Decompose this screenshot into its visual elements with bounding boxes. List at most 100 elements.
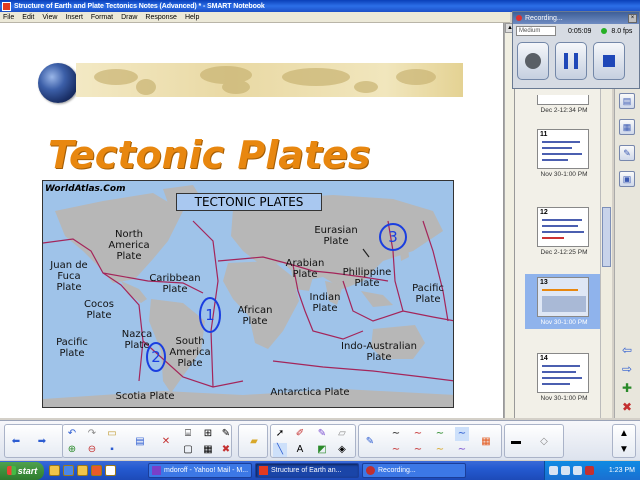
attachments-tab[interactable]: ✎ xyxy=(619,145,635,161)
smart-notebook-icon xyxy=(259,466,268,475)
taskbar-item-smart-notebook[interactable]: Structure of Earth an... xyxy=(255,463,359,478)
black-line-icon[interactable]: ∼ xyxy=(389,427,403,441)
eraser-icon[interactable]: ▱ xyxy=(335,427,349,441)
back-arrow-icon[interactable]: ⬅ xyxy=(9,435,23,449)
yellow-line-icon[interactable]: ∼ xyxy=(433,443,447,457)
pen-style-icon[interactable]: ✎ xyxy=(363,435,377,449)
line-tool-icon[interactable]: ╲ xyxy=(273,443,287,457)
pause-icon xyxy=(564,53,578,69)
display-icon[interactable]: ▢ xyxy=(181,443,195,457)
menu-file[interactable]: File xyxy=(3,14,14,21)
fill-icon[interactable]: ◩ xyxy=(315,443,329,457)
page-thumb[interactable]: 14 Nov 30-1:00 PM xyxy=(525,353,603,402)
open-folder-icon[interactable]: ▭ xyxy=(105,427,119,441)
taskbar-item-label: mdoroff - Yahoo! Mail - M... xyxy=(164,467,249,474)
red-line-icon[interactable]: ∼ xyxy=(411,427,425,441)
properties-tab[interactable]: ▣ xyxy=(619,171,635,187)
ie-icon[interactable] xyxy=(63,465,74,476)
menu-draw[interactable]: Draw xyxy=(121,14,137,21)
redo-icon[interactable]: ↷ xyxy=(85,427,99,441)
cut-icon[interactable]: ✕ xyxy=(159,435,173,449)
pause-button[interactable] xyxy=(555,42,587,80)
media-icon[interactable] xyxy=(91,465,102,476)
taskbar-item-recorder[interactable]: Recording... xyxy=(362,463,466,478)
table-icon[interactable]: ⊞ xyxy=(201,427,215,441)
start-button[interactable]: start xyxy=(0,461,44,480)
tray-icon[interactable] xyxy=(573,466,582,475)
quicklaunch-icon[interactable] xyxy=(49,465,60,476)
page-sorter: Dec 2-12:34 PM 11 Nov 30-1:00 PM 12 Dec … xyxy=(514,89,612,418)
page-thumb-caption: Nov 30-1:00 PM xyxy=(540,395,588,402)
record-indicator-icon xyxy=(516,15,522,21)
green-line-icon[interactable]: ∼ xyxy=(433,427,447,441)
text-tool-icon[interactable]: A xyxy=(293,443,307,457)
map-title: TECTONIC PLATES xyxy=(176,193,322,211)
gallery-icon[interactable]: ▰ xyxy=(247,435,261,449)
folder-icon[interactable] xyxy=(77,465,88,476)
page-sorter-tab[interactable]: ▤ xyxy=(619,93,635,109)
menu-help[interactable]: Help xyxy=(185,14,199,21)
menu-format[interactable]: Format xyxy=(91,14,113,21)
page-thumb-selected[interactable]: 13 Nov 30-1:00 PM xyxy=(525,274,603,329)
save-icon[interactable]: ▪ xyxy=(105,443,119,457)
recorder-format-select[interactable]: Medium xyxy=(516,26,556,36)
document-camera-icon[interactable]: ✎ xyxy=(219,427,233,441)
purple-line-icon[interactable]: ∼ xyxy=(455,443,469,457)
properties-icon[interactable]: ◈ xyxy=(335,443,349,457)
recorder-widget: Recording... × Medium 0:05:09 8.0 fps xyxy=(512,11,640,89)
tray-icon[interactable] xyxy=(549,466,558,475)
taskbar-item-yahoo-mail[interactable]: mdoroff - Yahoo! Mail - M... xyxy=(148,463,252,478)
recorder-elapsed-time: 0:05:09 xyxy=(568,27,592,35)
page-sorter-scrollbar[interactable] xyxy=(600,89,612,418)
eraser-tool-icon[interactable]: ◇ xyxy=(537,435,551,449)
toolbar-up-icon[interactable]: ▲ xyxy=(617,427,631,441)
menu-edit[interactable]: Edit xyxy=(22,14,34,21)
grid-icon[interactable]: ▦ xyxy=(201,443,215,457)
select-arrow-icon[interactable]: ➚ xyxy=(273,427,287,441)
previous-page-icon[interactable]: ⇦ xyxy=(619,343,635,357)
menu-response[interactable]: Response xyxy=(145,14,177,21)
recorder-close-button[interactable]: × xyxy=(628,13,637,23)
page-thumb[interactable]: 11 Nov 30-1:00 PM xyxy=(525,129,603,178)
screen-shade-icon[interactable]: ▤ xyxy=(133,435,147,449)
menu-view[interactable]: View xyxy=(42,14,57,21)
close-icon[interactable]: ✖ xyxy=(219,443,233,457)
notebook-page-canvas[interactable]: Tectonic Plates WorldAtlas.Com TECTONIC … xyxy=(0,23,504,418)
forward-arrow-icon[interactable]: ➡ xyxy=(35,435,49,449)
menu-insert[interactable]: Insert xyxy=(65,14,83,21)
color-palette-icon[interactable]: ▦ xyxy=(479,435,493,449)
scroll-thumb[interactable] xyxy=(602,207,611,267)
bottom-toolbar: ⬅ ➡ ↶ ↷ ▭ ⊕ ⊖ ▪ ▤ ✕ ⌸ ⊞ ✎ ▢ ▦ ✖ ▰ ➚ ✐ ✎ … xyxy=(0,420,640,460)
tectonic-plates-map[interactable]: WorldAtlas.Com TECTONIC PLATES North Ame… xyxy=(42,180,454,408)
gallery-tool-group: ▰ xyxy=(238,424,268,458)
screen-capture-icon[interactable]: ⌸ xyxy=(181,427,195,441)
page-thumb[interactable]: Dec 2-12:34 PM xyxy=(525,95,603,114)
page-thumb-image: 13 xyxy=(537,277,589,317)
red-thin-line-icon[interactable]: ∼ xyxy=(389,443,403,457)
smart-notebook-window: Structure of Earth and Plate Tectonics N… xyxy=(0,0,640,480)
slide-heading[interactable]: Tectonic Plates xyxy=(48,133,371,177)
delete-page-icon[interactable]: ✖ xyxy=(619,400,635,414)
notebook-icon[interactable] xyxy=(105,465,116,476)
stop-button[interactable] xyxy=(593,42,625,80)
gallery-tab[interactable]: ▦ xyxy=(619,119,635,135)
toolbar-down-icon[interactable]: ▼ xyxy=(617,443,631,457)
red-thick-line-icon[interactable]: ∼ xyxy=(411,443,425,457)
recorder-status-row: Medium 0:05:09 8.0 fps xyxy=(513,24,639,38)
delete-icon[interactable]: ⊖ xyxy=(85,443,99,457)
taskbar-item-label: Recording... xyxy=(378,467,416,474)
page-thumb[interactable]: 12 Dec 2-12:25 PM xyxy=(525,207,603,256)
next-page-icon[interactable]: ⇨ xyxy=(619,362,635,376)
tray-icon[interactable] xyxy=(561,466,570,475)
line-width-icon[interactable]: ▬ xyxy=(509,435,523,449)
record-button[interactable] xyxy=(517,42,549,80)
add-page-icon[interactable]: ✚ xyxy=(619,381,635,395)
map-source-credit: WorldAtlas.Com xyxy=(45,184,126,194)
blue-line-icon[interactable]: ∼ xyxy=(455,427,469,441)
pen-icon[interactable]: ✐ xyxy=(293,427,307,441)
creative-pen-icon[interactable]: ✎ xyxy=(315,427,329,441)
undo-icon[interactable]: ↶ xyxy=(65,427,79,441)
add-page-icon[interactable]: ⊕ xyxy=(65,443,79,457)
recorder-icon xyxy=(366,466,375,475)
tray-icon[interactable] xyxy=(585,466,594,475)
